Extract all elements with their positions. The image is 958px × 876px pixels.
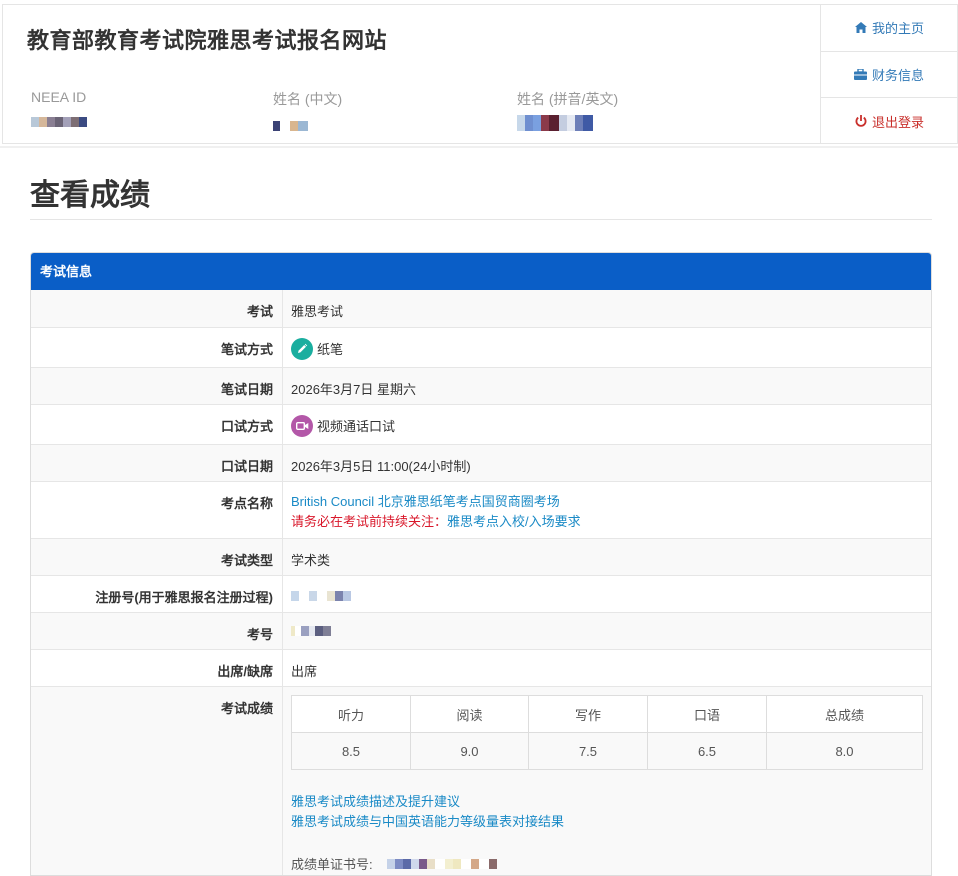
nav-home[interactable]: 我的主页 xyxy=(821,5,957,52)
score-overall: 8.0 xyxy=(766,732,923,770)
score-header-reading: 阅读 xyxy=(410,695,529,733)
nav-logout-label: 退出登录 xyxy=(871,114,924,130)
score-header-listening: 听力 xyxy=(291,695,411,733)
row-label: 注册号(用于雅思报名注册过程) xyxy=(31,576,283,612)
row-label: 考点名称 xyxy=(31,482,283,538)
trf-number: 成绩单证书号: xyxy=(291,854,931,873)
nav-finance[interactable]: 财务信息 xyxy=(821,52,957,99)
row-value: 视频通话口试 xyxy=(283,405,931,444)
header: 教育部教育考试院雅思考试报名网站 NEEA ID 姓名 (中文) 姓名 (拼音/… xyxy=(2,4,820,144)
speaking-mode-text: 视频通话口试 xyxy=(317,419,396,434)
header-divider xyxy=(0,146,958,148)
row-candidate-number: 考号 xyxy=(31,612,931,649)
row-value: 2026年3月5日 11:00(24小时制) xyxy=(291,459,471,474)
exam-info-panel: 考试信息 考试 雅思考试 笔试方式 纸笔 笔试日期 2026年3月7日 星期六 … xyxy=(30,252,932,876)
row-venue: 考点名称 British Council 北京雅思纸笔考点国贸商圈考场 请务必在… xyxy=(31,481,931,538)
row-label: 出席/缺席 xyxy=(31,650,283,686)
candidate-number-redacted xyxy=(283,613,931,649)
row-label: 考试类型 xyxy=(31,539,283,575)
nav-finance-label: 财务信息 xyxy=(871,67,924,83)
nav-home-label: 我的主页 xyxy=(871,21,924,37)
chinese-name-value-redacted xyxy=(273,121,342,131)
registration-number-redacted xyxy=(283,576,931,612)
home-icon xyxy=(854,21,868,35)
row-label: 口试方式 xyxy=(31,405,283,444)
row-written-mode: 笔试方式 纸笔 xyxy=(31,327,931,367)
pinyin-name-value-redacted xyxy=(517,115,618,131)
neea-id-field: NEEA ID xyxy=(31,89,87,127)
row-label: 考试成绩 xyxy=(31,687,283,875)
row-registration-number: 注册号(用于雅思报名注册过程) xyxy=(31,575,931,612)
row-speaking-mode: 口试方式 视频通话口试 xyxy=(31,404,931,444)
row-attendance: 出席/缺席 出席 xyxy=(31,649,931,686)
trf-number-redacted xyxy=(386,858,497,869)
video-camera-icon xyxy=(291,414,313,437)
row-value: British Council 北京雅思纸笔考点国贸商圈考场 请务必在考试前持续… xyxy=(283,482,931,538)
pencil-icon xyxy=(291,337,313,360)
row-value: 听力 阅读 写作 口语 总成绩 8.5 9.0 7.5 6.5 8.0 雅思考试… xyxy=(283,687,931,875)
chinese-name-field: 姓名 (中文) xyxy=(273,89,342,131)
chinese-name-label: 姓名 (中文) xyxy=(273,91,343,107)
row-exam-type: 考试类型 学术类 xyxy=(31,538,931,575)
score-description-link[interactable]: 雅思考试成绩描述及提升建议 xyxy=(291,794,460,809)
briefcase-icon xyxy=(854,67,868,81)
pinyin-name-field: 姓名 (拼音/英文) xyxy=(517,89,618,131)
score-speaking: 6.5 xyxy=(647,732,767,770)
nav-logout[interactable]: 退出登录 xyxy=(821,98,957,145)
score-writing: 7.5 xyxy=(528,732,648,770)
score-header-writing: 写作 xyxy=(528,695,648,733)
title-divider xyxy=(30,219,932,220)
score-mapping-link[interactable]: 雅思考试成绩与中国英语能力等级量表对接结果 xyxy=(291,814,564,829)
row-scores: 考试成绩 听力 阅读 写作 口语 总成绩 8.5 9.0 7.5 6.5 8.0 xyxy=(31,686,931,875)
pinyin-name-label: 姓名 (拼音/英文) xyxy=(517,91,619,107)
row-value: 学术类 xyxy=(291,553,331,568)
venue-link[interactable]: British Council 北京雅思纸笔考点国贸商圈考场 xyxy=(291,494,560,509)
score-header-speaking: 口语 xyxy=(647,695,767,733)
trf-label: 成绩单证书号: xyxy=(291,857,373,872)
side-nav: 我的主页 财务信息 退出登录 xyxy=(820,4,958,144)
page-title: 查看成绩 xyxy=(30,179,150,212)
row-value: 出席 xyxy=(291,664,318,679)
venue-requirements-link[interactable]: 雅思考点入校/入场要求 xyxy=(447,514,581,529)
written-mode-text: 纸笔 xyxy=(317,342,344,357)
venue-warning: 请务必在考试前持续关注： xyxy=(291,514,448,529)
row-label: 考号 xyxy=(31,613,283,649)
neea-id-label: NEEA ID xyxy=(31,89,87,105)
site-title: 教育部教育考试院雅思考试报名网站 xyxy=(27,28,388,53)
row-label: 笔试方式 xyxy=(31,328,283,367)
panel-heading: 考试信息 xyxy=(31,253,931,290)
scores-table: 听力 阅读 写作 口语 总成绩 8.5 9.0 7.5 6.5 8.0 xyxy=(291,695,923,770)
row-label: 口试日期 xyxy=(31,445,283,481)
score-listening: 8.5 xyxy=(291,732,411,770)
row-exam: 考试 雅思考试 xyxy=(31,290,931,327)
row-label: 考试 xyxy=(31,290,283,327)
row-label: 笔试日期 xyxy=(31,368,283,404)
power-icon xyxy=(854,114,868,128)
row-value: 2026年3月7日 星期六 xyxy=(291,382,416,397)
scores-value-row: 8.5 9.0 7.5 6.5 8.0 xyxy=(291,732,923,770)
row-written-date: 笔试日期 2026年3月7日 星期六 xyxy=(31,367,931,404)
neea-id-value-redacted xyxy=(31,117,87,127)
scores-header-row: 听力 阅读 写作 口语 总成绩 xyxy=(291,695,923,733)
score-reading: 9.0 xyxy=(410,732,529,770)
row-value: 纸笔 xyxy=(283,328,931,367)
row-speaking-date: 口试日期 2026年3月5日 11:00(24小时制) xyxy=(31,444,931,481)
row-value: 雅思考试 xyxy=(291,304,344,319)
score-header-overall: 总成绩 xyxy=(766,695,923,733)
